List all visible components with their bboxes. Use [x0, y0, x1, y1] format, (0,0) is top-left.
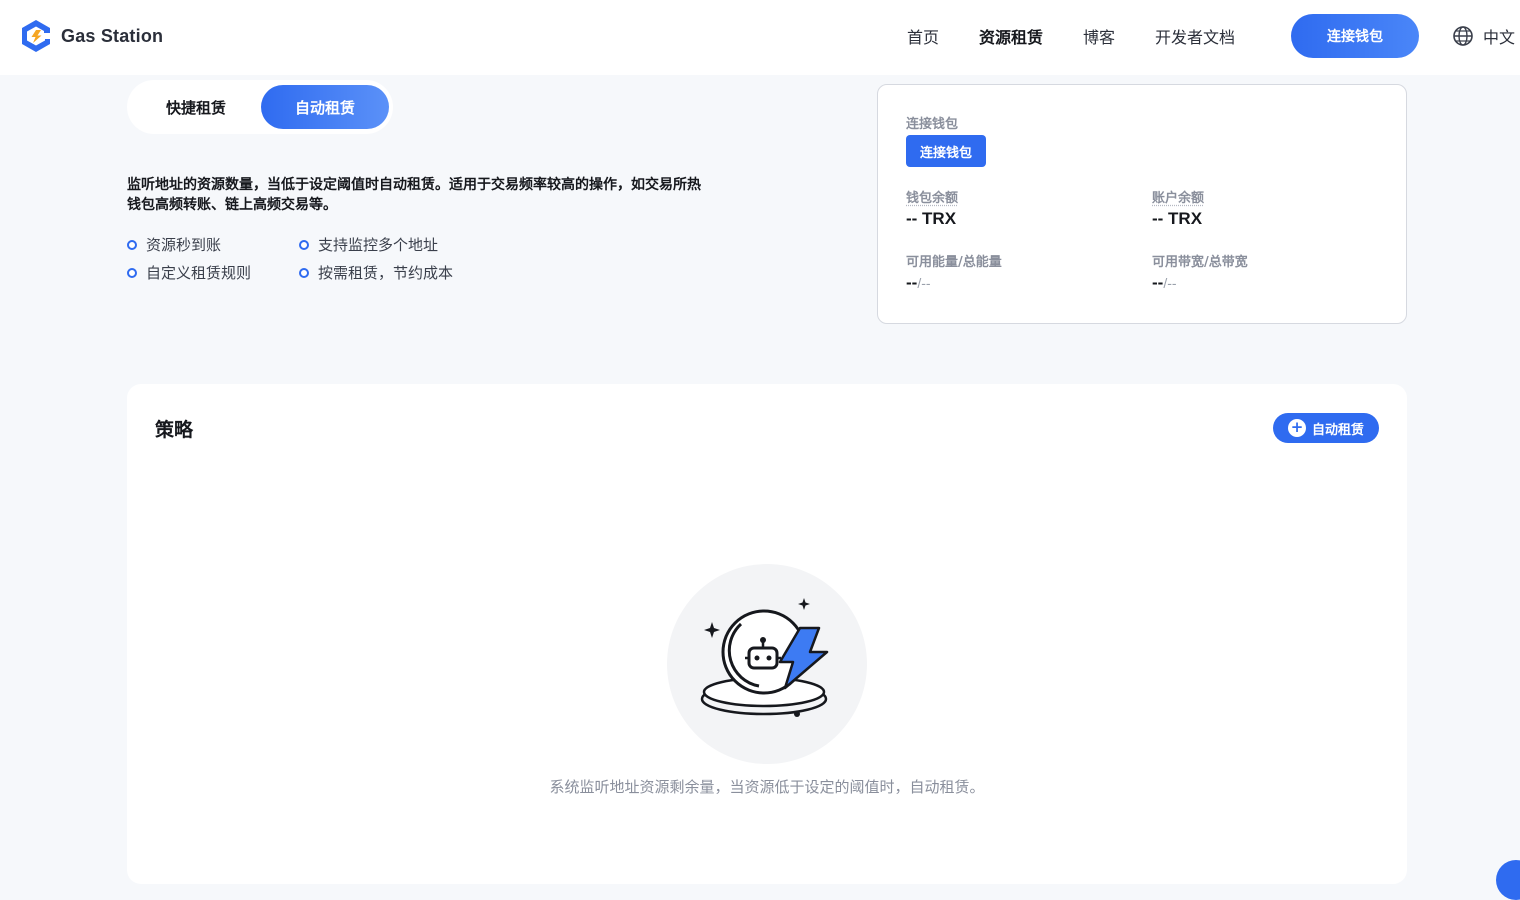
- nav-resource-rental[interactable]: 资源租赁: [979, 24, 1043, 48]
- bullet-icon: [299, 240, 309, 250]
- globe-icon: [1452, 25, 1474, 47]
- feature-label: 自定义租赁规则: [146, 262, 251, 283]
- bullet-icon: [127, 240, 137, 250]
- empty-state-text: 系统监听地址资源剩余量，当资源低于设定的阈值时，自动租赁。: [127, 776, 1407, 797]
- bullet-icon: [299, 268, 309, 278]
- description-line-2: 钱包高频转账、链上高频交易等。: [127, 195, 797, 215]
- add-auto-rental-button[interactable]: + 自动租赁: [1273, 413, 1379, 443]
- nav-blog[interactable]: 博客: [1083, 24, 1115, 48]
- top-header: Gas Station 首页 资源租赁 博客 开发者文档 连接钱包 中文: [0, 0, 1520, 75]
- nav-developer-docs[interactable]: 开发者文档: [1155, 24, 1235, 48]
- wallet-info-card: 连接钱包 连接钱包 钱包余额 -- TRX 账户余额 -- TRX 可用能量/总…: [877, 84, 1407, 324]
- feature-label: 资源秒到账: [146, 234, 221, 255]
- connect-wallet-title: 连接钱包: [906, 113, 958, 132]
- tab-quick-rental[interactable]: 快捷租赁: [132, 85, 260, 129]
- wallet-balance-label: 钱包余额: [906, 187, 958, 206]
- account-balance-label: 账户余额: [1152, 187, 1204, 206]
- robot-lightning-icon: [667, 564, 867, 764]
- bullet-icon: [127, 268, 137, 278]
- language-label: 中文: [1483, 24, 1515, 48]
- energy-available: --: [906, 273, 917, 292]
- connect-wallet-button[interactable]: 连接钱包: [1291, 14, 1419, 58]
- bandwidth-available: --: [1152, 273, 1163, 292]
- empty-state-illustration: [667, 564, 867, 764]
- feature-item: 资源秒到账: [127, 234, 221, 255]
- feature-item: 自定义租赁规则: [127, 262, 251, 283]
- feature-label: 支持监控多个地址: [318, 234, 438, 255]
- strategy-panel: 策略 + 自动租赁 系统监听地址资源剩余量，当资源低于设定的阈值时，自动租赁。: [127, 384, 1407, 884]
- brand-logo[interactable]: Gas Station: [20, 19, 163, 53]
- feature-label: 按需租赁，节约成本: [318, 262, 453, 283]
- floating-support-button[interactable]: [1496, 860, 1520, 900]
- feature-item: 按需租赁，节约成本: [299, 262, 453, 283]
- energy-value: --/--: [906, 273, 931, 293]
- bandwidth-label: 可用带宽/总带宽: [1152, 251, 1248, 270]
- wallet-balance-value: -- TRX: [906, 209, 956, 229]
- auto-rental-description: 监听地址的资源数量，当低于设定阈值时自动租赁。适用于交易频率较高的操作，如交易所…: [127, 175, 797, 215]
- energy-total: /--: [917, 275, 930, 291]
- tab-auto-rental[interactable]: 自动租赁: [261, 85, 389, 129]
- gas-station-logo-icon: [20, 19, 52, 53]
- energy-label: 可用能量/总能量: [906, 251, 1002, 270]
- feature-item: 支持监控多个地址: [299, 234, 438, 255]
- brand-name: Gas Station: [61, 26, 163, 47]
- strategy-title: 策略: [155, 415, 193, 442]
- description-line-1: 监听地址的资源数量，当低于设定阈值时自动租赁。适用于交易频率较高的操作，如交易所…: [127, 175, 797, 195]
- card-connect-wallet-button[interactable]: 连接钱包: [906, 135, 986, 167]
- rental-mode-switch: 快捷租赁 自动租赁: [127, 80, 393, 134]
- add-auto-rental-label: 自动租赁: [1312, 419, 1364, 438]
- language-switcher[interactable]: 中文: [1452, 24, 1515, 48]
- bandwidth-value: --/--: [1152, 273, 1177, 293]
- nav-home[interactable]: 首页: [907, 24, 939, 48]
- bandwidth-total: /--: [1163, 275, 1176, 291]
- account-balance-value: -- TRX: [1152, 209, 1202, 229]
- plus-circle-icon: +: [1288, 419, 1306, 437]
